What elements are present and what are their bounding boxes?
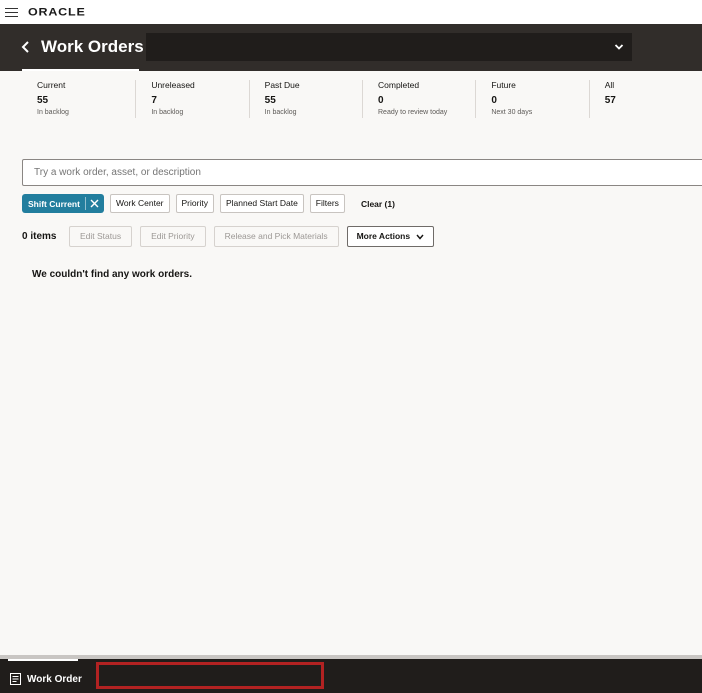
card-subtext: In backlog — [37, 109, 69, 116]
page-header: Work Orders — [0, 24, 702, 71]
action-bar: 0 items Edit Status Edit Priority Releas… — [22, 226, 435, 247]
card-subtext: In backlog — [264, 109, 297, 116]
summary-card-future[interactable]: Future 0 Next 30 days — [475, 80, 588, 118]
filter-chip-work-center[interactable]: Work Center — [109, 194, 170, 213]
page-title: Work Orders — [41, 37, 144, 56]
menu-icon[interactable] — [5, 7, 19, 18]
summary-card-completed[interactable]: Completed 0 Ready to review today — [362, 80, 475, 118]
highlight-box — [96, 662, 324, 689]
card-subtext: In backlog — [151, 109, 184, 116]
footer-tab-work-order[interactable]: Work Order — [8, 659, 82, 693]
filter-chip-shift-current[interactable]: Shift Current — [22, 194, 104, 213]
card-count: 7 — [151, 95, 157, 106]
clear-filters-link[interactable]: Clear (1) — [361, 199, 395, 209]
summary-cards: Current 55 In backlog Unreleased 7 In ba… — [22, 80, 702, 118]
card-label: All — [604, 80, 615, 90]
card-subtext: Ready to review today — [378, 109, 448, 116]
close-icon — [90, 199, 99, 208]
empty-state-message: We couldn't find any work orders. — [32, 269, 192, 280]
filter-chip-priority[interactable]: Priority — [175, 194, 214, 213]
top-bar: ORACLE — [0, 0, 702, 24]
release-pick-materials-button[interactable]: Release and Pick Materials — [213, 226, 339, 247]
card-label: Past Due — [264, 80, 300, 90]
card-label: Current — [37, 80, 66, 90]
card-count: 0 — [491, 95, 497, 106]
item-count: 0 items — [22, 231, 57, 242]
footer-tab-label: Work Order — [27, 674, 82, 685]
title-underline — [22, 69, 139, 71]
card-count: 55 — [37, 95, 49, 106]
edit-status-button[interactable]: Edit Status — [69, 226, 133, 247]
card-count: 0 — [378, 95, 384, 106]
card-label: Future — [491, 80, 516, 90]
search-input[interactable] — [22, 159, 702, 186]
more-actions-label: More Actions — [356, 231, 411, 241]
card-count: 57 — [604, 95, 616, 106]
filter-chip-label: Shift Current — [28, 198, 80, 209]
filter-bar: Shift Current Work Center Priority Plann… — [22, 194, 395, 213]
oracle-logo: ORACLE — [28, 5, 86, 19]
active-tab-indicator — [8, 659, 78, 661]
more-actions-button[interactable]: More Actions — [346, 226, 435, 247]
document-icon — [10, 673, 21, 685]
summary-card-current[interactable]: Current 55 In backlog — [22, 80, 135, 118]
card-count: 55 — [264, 95, 276, 106]
card-subtext: Next 30 days — [491, 109, 533, 116]
summary-card-past-due[interactable]: Past Due 55 In backlog — [248, 80, 362, 118]
back-chevron-icon[interactable] — [20, 40, 32, 54]
summary-card-unreleased[interactable]: Unreleased 7 In backlog — [135, 80, 248, 118]
filter-chip-planned-start-date[interactable]: Planned Start Date — [219, 194, 304, 213]
card-label: Completed — [378, 80, 420, 90]
filters-button[interactable]: Filters — [309, 194, 345, 213]
summary-card-all[interactable]: All 57 — [588, 80, 702, 118]
context-selector[interactable] — [146, 33, 632, 61]
remove-filter-button[interactable] — [86, 194, 104, 213]
card-label: Unreleased — [151, 80, 195, 90]
chevron-down-icon — [416, 234, 424, 240]
chevron-down-icon — [614, 44, 624, 50]
edit-priority-button[interactable]: Edit Priority — [140, 226, 206, 247]
